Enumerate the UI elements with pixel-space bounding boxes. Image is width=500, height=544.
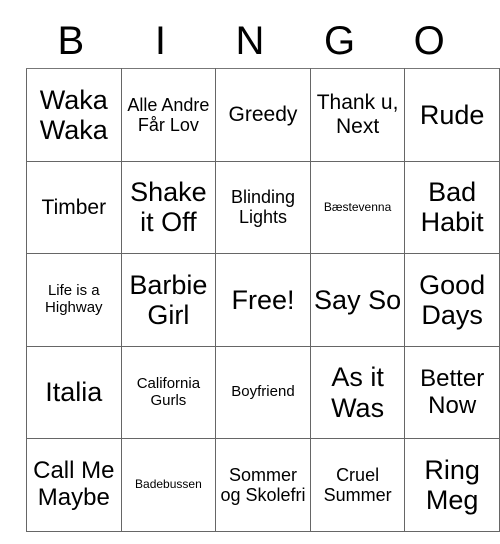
bingo-cell[interactable]: Italia [26, 345, 122, 440]
bingo-cell-label: Call Me Maybe [33, 457, 115, 512]
bingo-cell[interactable]: Thank u, Next [309, 68, 406, 162]
bingo-grid: Waka Waka Alle Andre Får Lov Greedy Than… [26, 68, 500, 532]
bingo-card: B I N G O Waka Waka Alle Andre Får Lov G… [26, 0, 500, 532]
bingo-cell-label: Greedy [228, 103, 298, 127]
bingo-cell-label: Cruel Summer [323, 465, 392, 506]
bingo-cell-label: Barbie Girl [129, 269, 208, 330]
bingo-row: Call Me Maybe Badebussen Sommer og Skole… [26, 438, 500, 532]
header-letter-b: B [57, 19, 85, 63]
bingo-cell[interactable]: Shake it Off [120, 160, 217, 255]
bingo-cell-label: Ring Meg [424, 454, 480, 516]
bingo-cell-label: Timber [41, 195, 107, 219]
bingo-cell-label: Italia [45, 377, 103, 408]
bingo-cell[interactable]: Badebussen [120, 438, 217, 532]
bingo-cell-label: Badebussen [135, 477, 202, 492]
header-letter-g: G [324, 19, 356, 63]
bingo-cell[interactable]: Sommer og Skolefri [215, 438, 311, 532]
bingo-cell[interactable]: Rude [404, 68, 500, 162]
bingo-row: Life is a Highway Barbie Girl Free! Say … [26, 253, 500, 347]
bingo-cell-label: Better Now [420, 364, 485, 419]
bingo-cell[interactable]: Better Now [404, 345, 500, 440]
bingo-cell-label: California Gurls [136, 374, 201, 409]
bingo-grid-body: Waka Waka Alle Andre Får Lov Greedy Than… [26, 68, 500, 532]
bingo-cell-label: Life is a Highway [45, 282, 103, 316]
bingo-cell-label: Bad Habit [420, 177, 484, 238]
bingo-cell-label: Good Days [419, 269, 486, 330]
bingo-cell[interactable]: Boyfriend [215, 345, 311, 440]
bingo-cell[interactable]: Life is a Highway [26, 253, 122, 347]
header-letter-n: N [235, 19, 265, 63]
bingo-cell[interactable]: Ring Meg [404, 438, 500, 532]
header-letter-i: I [154, 19, 166, 63]
bingo-row: Waka Waka Alle Andre Får Lov Greedy Than… [26, 68, 500, 162]
bingo-free-space-label: Free! [231, 284, 295, 315]
bingo-cell-label: As it Was [331, 362, 385, 423]
bingo-cell-label: Blinding Lights [230, 187, 295, 228]
bingo-cell-label: Boyfriend [231, 383, 295, 401]
bingo-header-row: B I N G O [26, 0, 474, 68]
bingo-cell[interactable]: Timber [26, 160, 122, 255]
bingo-row: Timber Shake it Off Blinding Lights Bæst… [26, 160, 500, 255]
bingo-cell[interactable]: Alle Andre Får Lov [120, 68, 217, 162]
bingo-cell-label: Shake it Off [130, 177, 207, 238]
bingo-cell[interactable]: Barbie Girl [120, 253, 217, 347]
bingo-cell-label: Rude [419, 99, 485, 130]
bingo-cell[interactable]: Bæstevenna [309, 160, 406, 255]
bingo-cell-label: Alle Andre Får Lov [127, 94, 210, 135]
bingo-cell-free[interactable]: Free! [215, 253, 311, 347]
bingo-cell-label: Sommer og Skolefri [220, 465, 306, 506]
bingo-cell[interactable]: California Gurls [120, 345, 217, 440]
bingo-cell[interactable]: Good Days [404, 253, 500, 347]
bingo-cell-label: Waka Waka [39, 84, 108, 145]
bingo-cell[interactable]: Call Me Maybe [26, 438, 122, 532]
bingo-cell-label: Thank u, Next [316, 91, 399, 138]
bingo-cell-label: Say So [314, 284, 402, 315]
bingo-cell[interactable]: Bad Habit [404, 160, 500, 255]
bingo-cell[interactable]: Say So [309, 253, 406, 347]
bingo-cell-label: Bæstevenna [323, 199, 392, 214]
bingo-cell[interactable]: Greedy [215, 68, 311, 162]
bingo-cell[interactable]: Blinding Lights [215, 160, 311, 255]
bingo-cell[interactable]: Waka Waka [26, 68, 122, 162]
header-letter-o: O [413, 19, 445, 63]
bingo-row: Italia California Gurls Boyfriend As it … [26, 345, 500, 440]
bingo-cell[interactable]: Cruel Summer [309, 438, 406, 532]
bingo-cell[interactable]: As it Was [309, 345, 406, 440]
